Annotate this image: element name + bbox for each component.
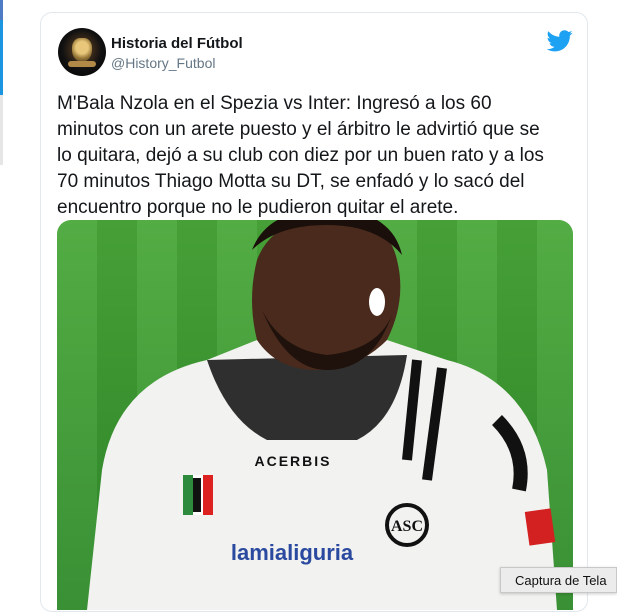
author-avatar[interactable] (58, 28, 106, 76)
tweet-photo[interactable]: ASC ACERBIS lamialiguria (57, 220, 573, 610)
author-name[interactable]: Historia del Fútbol (111, 35, 243, 52)
player-photo-illustration: ASC ACERBIS lamialiguria (87, 220, 557, 610)
tweet-card[interactable]: Historia del Fútbol @History_Futbol M'Ba… (40, 12, 588, 612)
avatar-logo-base (68, 61, 96, 67)
background-window-edge (0, 0, 3, 165)
crest-text: ASC (391, 518, 423, 535)
chest-sponsor-text: lamialiguria (231, 540, 354, 565)
twitter-bird-icon[interactable] (547, 30, 573, 52)
tweet-text: M'Bala Nzola en el Spezia vs Inter: Ingr… (57, 93, 544, 218)
sleeve-sponsor-text: ACERBIS (254, 453, 331, 469)
author-handle[interactable]: @History_Futbol (111, 55, 215, 71)
avatar-logo-icon (72, 38, 92, 62)
screenshot-tooltip: Captura de Tela (500, 567, 617, 593)
